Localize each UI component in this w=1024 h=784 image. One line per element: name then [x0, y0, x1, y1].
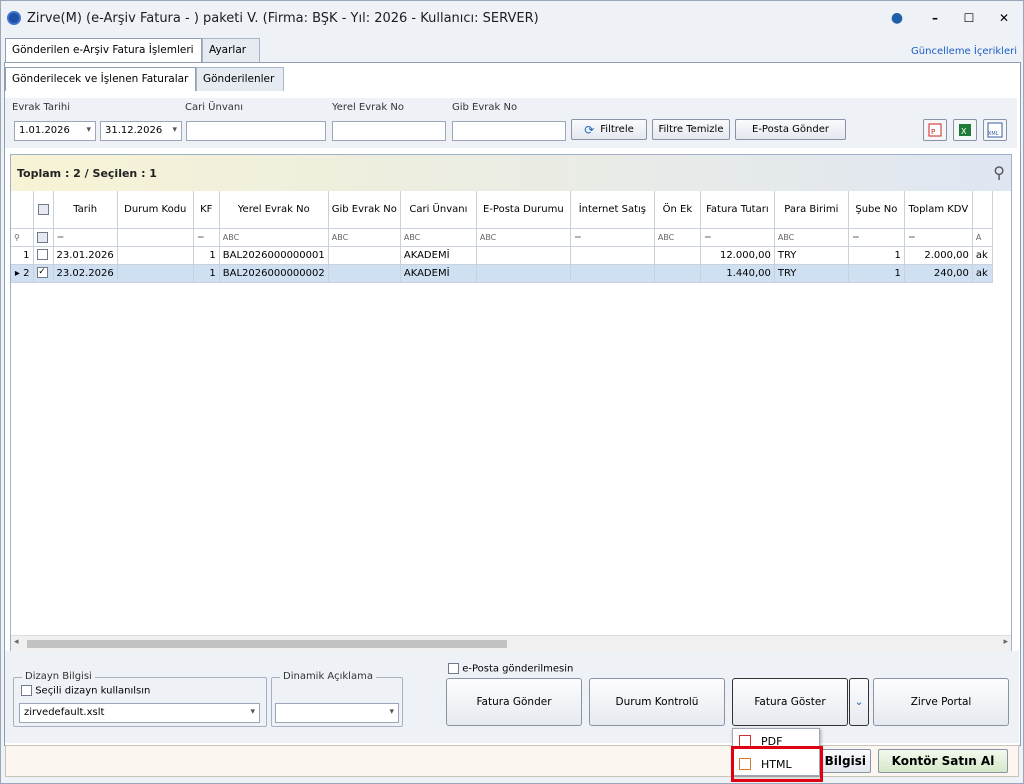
- svg-text:X: X: [961, 127, 967, 136]
- select-all-checkbox[interactable]: [33, 191, 54, 229]
- svg-text:P: P: [931, 128, 935, 136]
- table-row[interactable]: ▸ 2 ✓ 23.02.2026 1 BAL2026000000002 AKAD…: [11, 264, 993, 283]
- dizayn-select[interactable]: zirvedefault.xslt: [19, 703, 260, 723]
- invoice-table: Tarih Durum Kodu KF Yerel Evrak No Gib E…: [11, 191, 993, 283]
- search-icon[interactable]: ⚲: [993, 163, 1005, 182]
- grid-summary: Toplam : 2 / Seçilen : 1: [17, 166, 157, 180]
- highlight-box: [731, 746, 823, 782]
- minimize-button[interactable]: –: [927, 10, 943, 26]
- horizontal-scrollbar[interactable]: ◂ ▸: [11, 635, 1011, 651]
- app-logo-icon: [7, 11, 21, 25]
- column-header[interactable]: Para Birimi: [774, 191, 849, 229]
- scroll-right-icon[interactable]: ▸: [1003, 637, 1008, 647]
- column-header[interactable]: E-Posta Durumu: [476, 191, 571, 229]
- column-header[interactable]: Tarih: [53, 191, 118, 229]
- kontor-satin-al-button[interactable]: Kontör Satın Al: [878, 749, 1008, 773]
- grid-summary-bar: Toplam : 2 / Seçilen : 1 ⚲: [11, 155, 1011, 191]
- secili-dizayn-checkbox[interactable]: Seçili dizayn kullanılsın: [21, 685, 150, 697]
- column-header[interactable]: Durum Kodu: [117, 191, 194, 229]
- column-header[interactable]: Ön Ek: [654, 191, 701, 229]
- column-header[interactable]: Fatura Tutarı: [700, 191, 775, 229]
- pdf-export-icon[interactable]: P: [923, 119, 947, 141]
- refresh-icon: ⟳: [584, 122, 595, 137]
- svg-text:XML: XML: [988, 131, 999, 137]
- column-header[interactable]: Gib Evrak No: [328, 191, 401, 229]
- tab-ayarlar[interactable]: Ayarlar: [202, 38, 260, 62]
- column-header[interactable]: Cari Ünvanı: [400, 191, 477, 229]
- scroll-left-icon[interactable]: ◂: [14, 637, 19, 647]
- zirve-portal-button[interactable]: Zirve Portal: [873, 678, 1009, 726]
- chevron-down-icon: ⌄: [854, 696, 864, 708]
- date-to-input[interactable]: 31.12.2026: [100, 121, 182, 141]
- current-row-icon: ▸: [14, 267, 24, 279]
- column-header[interactable]: Yerel Evrak No: [219, 191, 329, 229]
- filter-row-icon: ⚲: [11, 228, 34, 247]
- maximize-button[interactable]: ☐: [961, 10, 977, 26]
- filtrele-button[interactable]: ⟳ Filtrele: [571, 119, 647, 140]
- column-header[interactable]: KF: [193, 191, 220, 229]
- cari-input[interactable]: [186, 121, 326, 141]
- invoice-grid: Toplam : 2 / Seçilen : 1 ⚲ Tarih Durum K…: [10, 154, 1012, 652]
- fatura-goster-button[interactable]: Fatura Göster: [732, 678, 848, 726]
- column-header[interactable]: Şube No: [848, 191, 905, 229]
- table-row[interactable]: 1 23.01.2026 1 BAL2026000000001 AKADEMİ …: [11, 246, 993, 265]
- eposta-gonder-button[interactable]: E-Posta Gönder: [735, 119, 846, 140]
- window-title: Zirve(M) (e-Arşiv Fatura - ) paketi V. (…: [27, 10, 539, 26]
- title-bar: Zirve(M) (e-Arşiv Fatura - ) paketi V. (…: [1, 1, 1023, 35]
- row-checkbox[interactable]: ✓: [33, 264, 54, 283]
- user-icon[interactable]: ●: [889, 10, 905, 26]
- close-button[interactable]: ✕: [996, 10, 1012, 26]
- guncelleme-link[interactable]: Güncelleme İçerikleri: [911, 46, 1017, 57]
- yerel-label: Yerel Evrak No: [332, 102, 404, 113]
- subtab-gonderilecek[interactable]: Gönderilecek ve İşlenen Faturalar: [5, 67, 196, 91]
- row-checkbox[interactable]: [33, 246, 54, 265]
- row-indicator-header: [11, 191, 34, 229]
- scroll-thumb[interactable]: [27, 640, 507, 648]
- eposta-gonderilmesin-checkbox[interactable]: e-Posta gönderilmesin: [448, 663, 573, 675]
- gib-label: Gib Evrak No: [452, 102, 518, 113]
- excel-export-icon[interactable]: X: [953, 119, 977, 141]
- date-from-input[interactable]: 1.01.2026: [14, 121, 96, 141]
- tab-gonderilen[interactable]: Gönderilen e-Arşiv Fatura İşlemleri: [5, 38, 202, 62]
- subtab-gonderilenler[interactable]: Gönderilenler: [196, 67, 284, 91]
- column-header[interactable]: İnternet Satış: [570, 191, 655, 229]
- filter-row[interactable]: ⚲ ＝＝ ABC ABC ABC ABC ＝ ABC ＝ ABC ＝＝ A: [11, 228, 993, 247]
- bilgisi-button[interactable]: Bilgisi: [821, 749, 871, 773]
- evrak-tarihi-label: Evrak Tarihi: [12, 102, 71, 113]
- fatura-gonder-button[interactable]: Fatura Gönder: [446, 678, 582, 726]
- durum-kontrolu-button[interactable]: Durum Kontrolü: [589, 678, 725, 726]
- app-window: Zirve(M) (e-Arşiv Fatura - ) paketi V. (…: [0, 0, 1024, 784]
- xml-export-icon[interactable]: XML: [983, 119, 1007, 141]
- filtre-temizle-button[interactable]: Filtre Temizle: [652, 119, 730, 140]
- column-header[interactable]: Toplam KDV: [904, 191, 973, 229]
- gib-input[interactable]: [452, 121, 566, 141]
- column-header[interactable]: [972, 191, 993, 229]
- yerel-input[interactable]: [332, 121, 446, 141]
- cari-label: Cari Ünvanı: [185, 102, 243, 113]
- fatura-goster-dropdown[interactable]: ⌄: [849, 678, 869, 726]
- dinamik-select[interactable]: [275, 703, 399, 723]
